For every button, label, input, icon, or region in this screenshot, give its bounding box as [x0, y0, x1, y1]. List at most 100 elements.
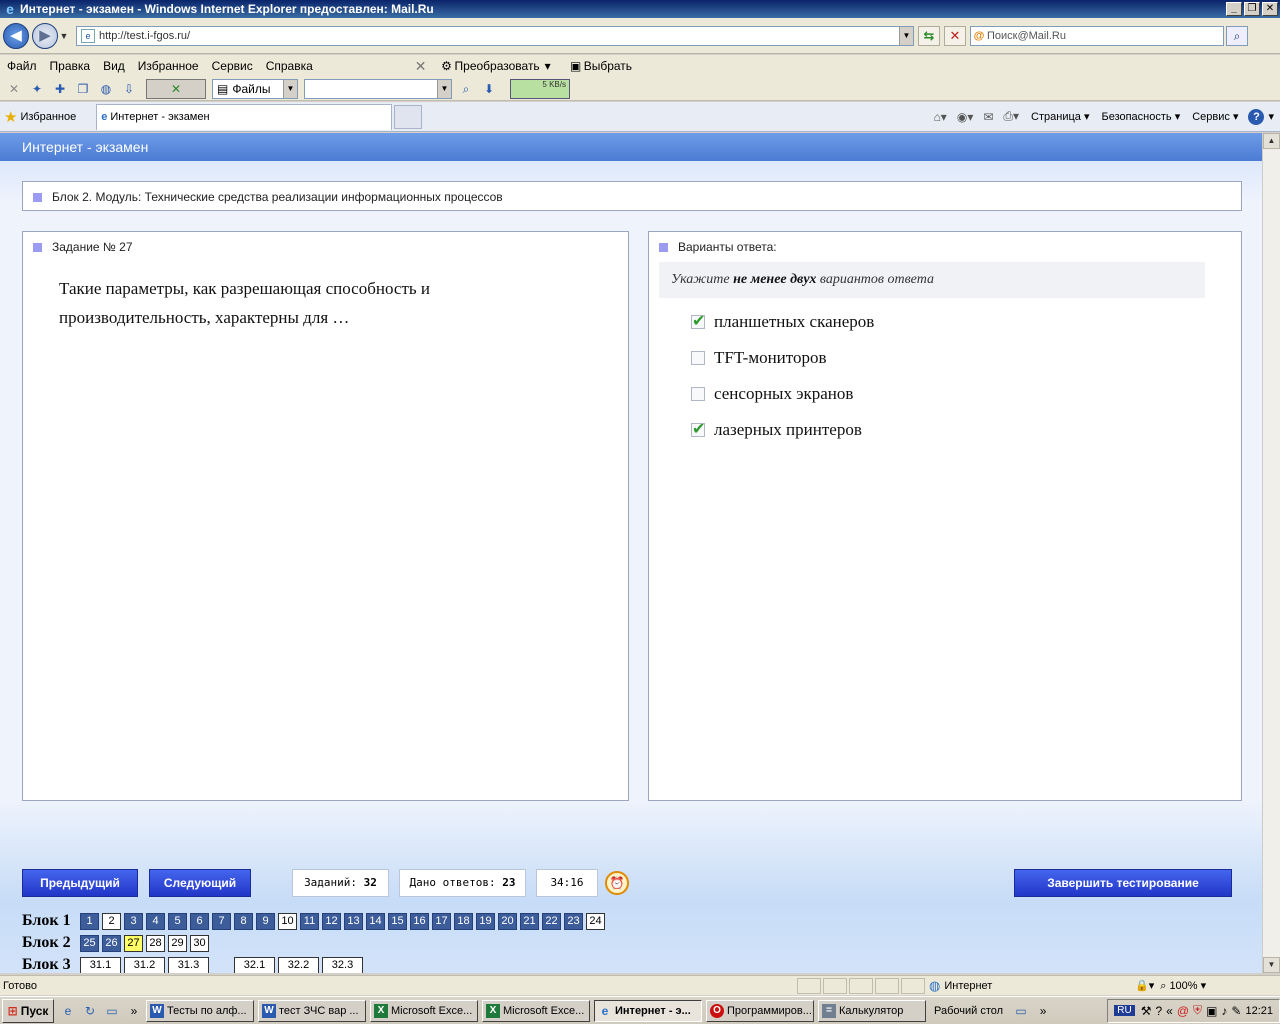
- question-number-button[interactable]: 31.1: [80, 956, 121, 973]
- refresh-quicklaunch-icon[interactable]: ↻: [82, 1003, 98, 1019]
- menu-view[interactable]: Вид: [97, 59, 131, 73]
- lock-icon[interactable]: 🔒▾: [1135, 979, 1154, 992]
- question-number-button[interactable]: 1: [80, 912, 99, 930]
- mail-tray-icon[interactable]: @: [1177, 1004, 1189, 1018]
- close-icon[interactable]: ✕: [5, 80, 23, 98]
- next-button[interactable]: Следующий: [149, 869, 251, 897]
- mail-icon[interactable]: ✉: [983, 110, 993, 124]
- question-number-button[interactable]: 30: [190, 934, 209, 952]
- question-number-button[interactable]: 2: [102, 912, 121, 930]
- language-indicator[interactable]: RU: [1114, 1005, 1135, 1016]
- help-icon[interactable]: ?: [1248, 108, 1265, 125]
- taskbar-button[interactable]: W Тесты по алф...: [146, 999, 254, 1022]
- question-number-button[interactable]: 18: [454, 912, 473, 930]
- folder-quicklaunch-icon[interactable]: ▭: [104, 1003, 120, 1019]
- question-number-button[interactable]: 11: [300, 912, 319, 930]
- rss-icon[interactable]: ◉▾: [957, 110, 974, 124]
- question-number-button[interactable]: 31.2: [124, 956, 165, 973]
- address-url[interactable]: http://test.i-fgos.ru/: [99, 30, 899, 42]
- download-icon[interactable]: ⇩: [120, 80, 138, 98]
- answer-checkbox[interactable]: [691, 311, 705, 331]
- question-number-button[interactable]: 3: [124, 912, 143, 930]
- close-window-button[interactable]: ✕: [1262, 2, 1278, 16]
- taskbar-button[interactable]: Wтест ЗЧС вар ...: [258, 999, 366, 1022]
- ie-quicklaunch-icon[interactable]: e: [60, 1003, 76, 1019]
- chevron-down-icon[interactable]: ▾: [1268, 110, 1274, 123]
- question-number-button[interactable]: 5: [168, 912, 187, 930]
- security-menu[interactable]: Безопасность ▾: [1101, 110, 1180, 123]
- search-input[interactable]: @ Поиск@Mail.Ru: [970, 25, 1224, 46]
- print-icon[interactable]: ⎙▾: [1003, 109, 1019, 124]
- answer-checkbox[interactable]: [691, 419, 705, 439]
- folder-icon[interactable]: ▭: [1013, 1003, 1029, 1019]
- tab-exam[interactable]: e Интернет - экзамен: [96, 103, 393, 130]
- address-dropdown-icon[interactable]: ▼: [899, 26, 913, 45]
- answer-option[interactable]: планшетных сканеров: [691, 304, 1231, 340]
- windows-icon[interactable]: ❐: [74, 80, 92, 98]
- question-number-button[interactable]: 20: [498, 912, 517, 930]
- more-quicklaunch-icon[interactable]: »: [126, 1003, 142, 1019]
- question-number-button[interactable]: 13: [344, 912, 363, 930]
- question-number-button[interactable]: 9: [256, 912, 275, 930]
- previous-button[interactable]: Предыдущий: [22, 869, 138, 897]
- address-field[interactable]: e http://test.i-fgos.ru/ ▼: [76, 25, 914, 46]
- question-number-button[interactable]: 31.3: [168, 956, 209, 973]
- search-button[interactable]: ⌕: [1226, 25, 1248, 46]
- history-dropdown-icon[interactable]: ▼: [58, 31, 70, 41]
- question-number-button[interactable]: 21: [520, 912, 539, 930]
- question-number-button[interactable]: 27: [124, 934, 143, 952]
- refresh-button[interactable]: ⇆: [918, 25, 940, 46]
- menu-help[interactable]: Справка: [260, 59, 319, 73]
- taskbar-button[interactable]: X Microsoft Exce...: [482, 999, 590, 1022]
- pencil-icon[interactable]: ✎: [1231, 1004, 1241, 1018]
- tools-tray-icon[interactable]: ⚒: [1141, 1004, 1152, 1018]
- more-icon[interactable]: »: [1035, 1003, 1051, 1019]
- question-number-button[interactable]: 29: [168, 934, 187, 952]
- answer-checkbox[interactable]: [691, 351, 705, 365]
- desktop-toolbar[interactable]: Рабочий стол: [934, 1005, 1003, 1017]
- question-number-button[interactable]: 32.2: [278, 956, 319, 973]
- question-number-button[interactable]: 28: [146, 934, 165, 952]
- network-icon[interactable]: ▣: [1206, 1004, 1217, 1018]
- toolbar-search-input[interactable]: ▼: [304, 78, 452, 99]
- restore-button[interactable]: ❐: [1244, 2, 1260, 16]
- question-number-button[interactable]: 16: [410, 912, 429, 930]
- convert-button[interactable]: ⚙ Преобразовать ▾: [439, 58, 556, 74]
- search-icon[interactable]: ⌕: [457, 80, 475, 98]
- question-number-button[interactable]: 32.3: [322, 956, 363, 973]
- zoom-control[interactable]: ⌕ 100% ▾: [1160, 979, 1206, 993]
- taskbar-button[interactable]: X Microsoft Exce...: [370, 999, 478, 1022]
- forward-button[interactable]: ▶: [32, 22, 58, 49]
- start-button[interactable]: ⊞ Пуск: [2, 998, 54, 1023]
- globe-icon[interactable]: ◍: [97, 80, 115, 98]
- question-number-button[interactable]: 10: [278, 912, 297, 930]
- back-button[interactable]: ◀: [3, 22, 29, 49]
- question-number-button[interactable]: 26: [102, 934, 121, 952]
- question-number-button[interactable]: 8: [234, 912, 253, 930]
- question-number-button[interactable]: 14: [366, 912, 385, 930]
- favorites-button[interactable]: ★ Избранное: [4, 108, 76, 126]
- taskbar-button[interactable]: e Интернет - э...: [594, 999, 702, 1022]
- question-number-button[interactable]: 15: [388, 912, 407, 930]
- question-number-button[interactable]: 23: [564, 912, 583, 930]
- question-number-button[interactable]: 7: [212, 912, 231, 930]
- vertical-scrollbar[interactable]: ▲ ▼: [1262, 133, 1280, 973]
- menu-favorites[interactable]: Избранное: [132, 59, 205, 73]
- volume-icon[interactable]: ♪: [1221, 1004, 1227, 1018]
- answer-option[interactable]: TFT-мониторов: [691, 340, 1231, 376]
- help-tray-icon[interactable]: ?: [1155, 1004, 1162, 1018]
- taskbar-button[interactable]: O Программиров...: [706, 999, 814, 1022]
- question-number-button[interactable]: 32.1: [234, 956, 275, 973]
- menu-file[interactable]: Файл: [1, 59, 43, 73]
- question-number-button[interactable]: 12: [322, 912, 341, 930]
- menu-tools[interactable]: Сервис: [206, 59, 259, 73]
- question-number-button[interactable]: 25: [80, 934, 99, 952]
- close-toolbar-icon[interactable]: ✕: [415, 58, 427, 75]
- scroll-down-icon[interactable]: ▼: [1263, 957, 1280, 973]
- select-button[interactable]: ▣ Выбрать: [568, 58, 632, 74]
- page-menu[interactable]: Страница ▾: [1031, 110, 1089, 123]
- question-number-button[interactable]: 4: [146, 912, 165, 930]
- question-number-button[interactable]: 19: [476, 912, 495, 930]
- add-icon[interactable]: ✚: [51, 80, 69, 98]
- files-select[interactable]: ▤ Файлы ▼: [212, 78, 298, 99]
